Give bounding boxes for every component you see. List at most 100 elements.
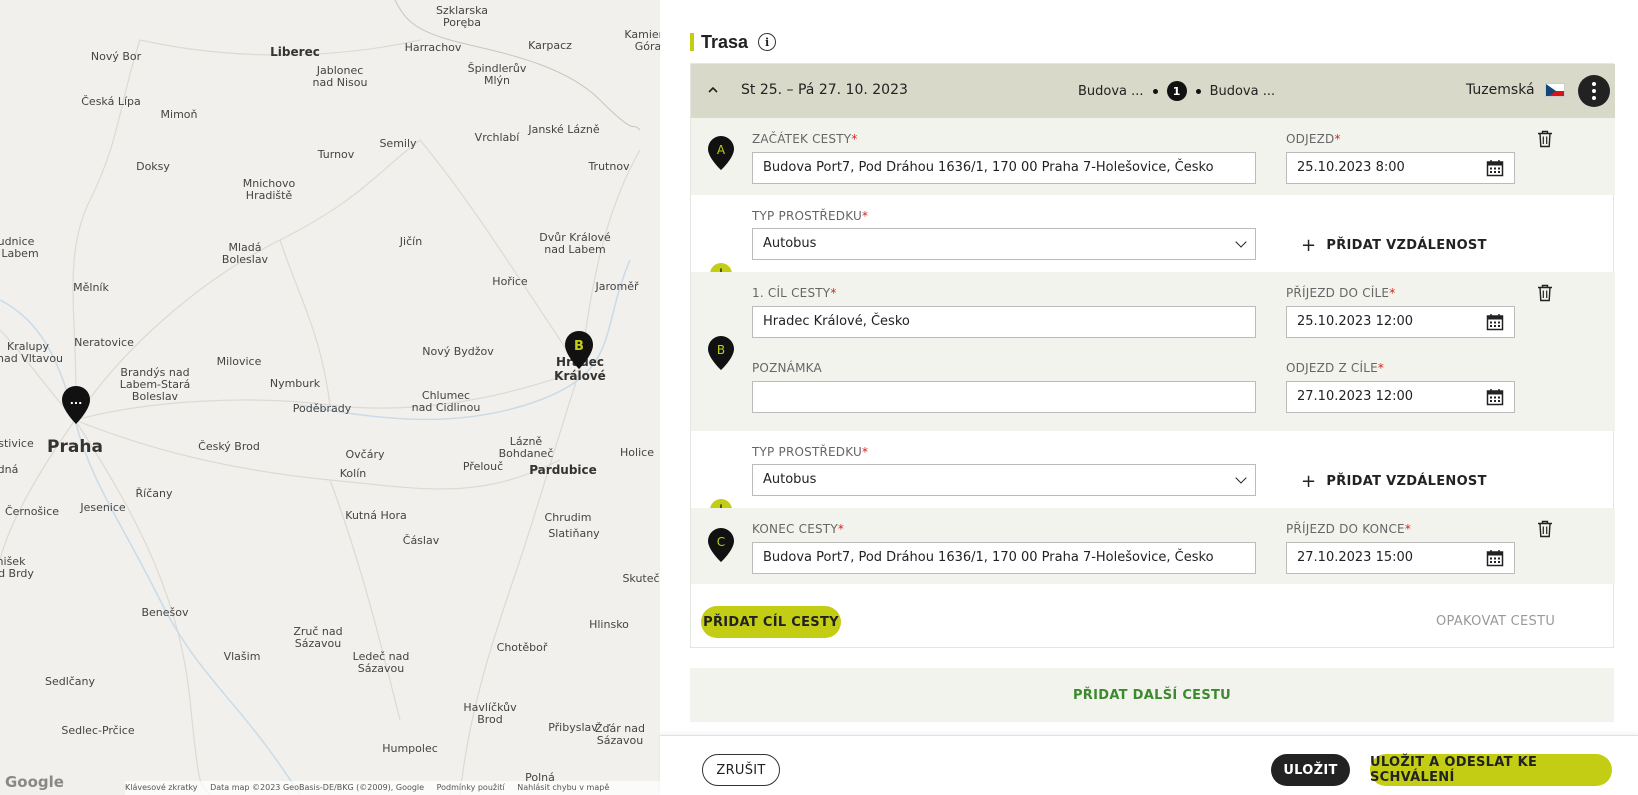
map-place: Králové <box>554 369 606 383</box>
end-address-input[interactable]: Budova Port7, Pod Dráhou 1636/1, 170 00 … <box>752 542 1256 574</box>
delete-end-trash-icon[interactable] <box>1537 520 1553 538</box>
trip-header[interactable]: St 25. – Pá 27. 10. 2023 Budova ... 1 Bu… <box>691 64 1615 118</box>
transport-type-select[interactable]: Autobus <box>752 228 1256 260</box>
map-place: Kutná Hora <box>345 509 407 522</box>
map-terms-link[interactable]: Podmínky použití <box>437 783 505 792</box>
chevron-down-icon <box>1235 472 1247 484</box>
map-place: Doksy <box>136 160 170 173</box>
more-dot <box>1592 96 1596 100</box>
trip-card: St 25. – Pá 27. 10. 2023 Budova ... 1 Bu… <box>690 63 1615 648</box>
chevron-up-icon[interactable] <box>705 82 721 98</box>
calendar-icon[interactable] <box>1486 159 1504 177</box>
svg-text:A: A <box>717 143 726 157</box>
marker-b-icon: B <box>708 336 734 370</box>
map-shortcuts-link[interactable]: Klávesové zkratky <box>125 783 198 792</box>
map-place: Sedlec-Prčice <box>61 724 135 737</box>
map-place: Skuteč <box>622 572 660 585</box>
map-place: dná <box>0 463 19 476</box>
add-destination-button[interactable]: PŘIDAT CÍL CESTY <box>701 606 841 638</box>
transport-type-label: TYP PROSTŘEDKU* <box>752 445 869 459</box>
map-place: Jaroměř <box>595 280 639 293</box>
map-place: Ovčáry <box>345 448 385 461</box>
map-place: Benešov <box>141 606 189 619</box>
map-place: Vlašim <box>223 650 261 663</box>
departure-from-destination-input[interactable]: 27.10.2023 12:00 <box>1286 381 1515 413</box>
map-place: Poděbrady <box>292 402 352 415</box>
map-place: Hradiště <box>245 189 293 202</box>
map-place: d Brdy <box>0 567 34 580</box>
start-label: ZAČÁTEK CESTY* <box>752 132 858 146</box>
transport-type-select[interactable]: Autobus <box>752 464 1256 496</box>
map-place: Čáslav <box>402 534 440 547</box>
end-row: C KONEC CESTY* Budova Port7, Pod Dráhou … <box>691 508 1615 584</box>
map-place: stivice <box>0 437 34 450</box>
stop-count-badge: 1 <box>1166 81 1187 101</box>
calendar-icon[interactable] <box>1486 388 1504 406</box>
map-place: Česká Lípa <box>81 95 141 108</box>
transport-row-1: TYP PROSTŘEDKU* Autobus + PŘIDAT VZDÁLENO… <box>691 195 1615 285</box>
route-dot <box>1195 88 1201 94</box>
title-row: Trasa i <box>690 30 777 54</box>
delete-start-trash-icon[interactable] <box>1537 130 1553 148</box>
more-menu-button[interactable] <box>1578 75 1610 107</box>
map-place: Mělník <box>73 281 109 294</box>
footer-bar: ZRUŠIT ULOŽIT ULOŽIT A ODESLAT KE SCHVÁL… <box>660 735 1638 795</box>
map-pin-start-label: ... <box>70 394 83 407</box>
departure-datetime-input[interactable]: 25.10.2023 8:00 <box>1286 152 1515 184</box>
trip-route-summary: Budova ... 1 Budova ... <box>1078 81 1275 101</box>
map-place: Boleslav <box>221 253 269 266</box>
repeat-trip-button[interactable]: OPAKOVAT CESTU <box>1436 614 1555 629</box>
add-distance-button[interactable]: + PŘIDAT VZDÁLENOST <box>1301 471 1487 492</box>
cancel-button[interactable]: ZRUŠIT <box>702 754 780 786</box>
plus-icon: + <box>1301 235 1317 256</box>
map-place: nad Nisou <box>312 76 368 89</box>
svg-text:B: B <box>717 343 725 357</box>
map-place: Český Brod <box>198 440 260 453</box>
map[interactable]: Szklarska Poręba Kamien Góra Nový Bor Li… <box>0 0 660 795</box>
save-and-send-button[interactable]: ULOŽIT A ODESLAT KE SCHVÁLENÍ <box>1370 754 1612 786</box>
add-distance-label: PŘIDAT VZDÁLENOST <box>1326 238 1487 253</box>
map-pin-start[interactable]: ... <box>61 385 91 425</box>
map-place: Labem <box>1 247 39 260</box>
info-icon[interactable]: i <box>758 33 777 51</box>
calendar-icon[interactable] <box>1486 313 1504 331</box>
plus-icon: + <box>1301 471 1317 492</box>
trip-from-short: Budova ... <box>1078 83 1144 99</box>
note-input[interactable] <box>752 381 1256 413</box>
save-button[interactable]: ULOŽIT <box>1271 754 1350 786</box>
map-place: Černošice <box>4 505 60 518</box>
transport-type-value: Autobus <box>763 472 817 487</box>
map-data-attribution: Data map ©2023 GeoBasis-DE/BKG (©2009), … <box>210 783 425 792</box>
map-place: Góra <box>634 40 660 53</box>
add-another-trip-button[interactable]: PŘIDAT DALŠÍ CESTU <box>690 668 1614 722</box>
map-place: Sedlčany <box>44 675 96 688</box>
svg-text:C: C <box>717 535 725 549</box>
end-label: KONEC CESTY* <box>752 522 845 536</box>
map-place: Boleslav <box>131 390 179 403</box>
departure-label: ODJEZD* <box>1286 132 1341 146</box>
arrival-datetime-value: 25.10.2023 12:00 <box>1297 314 1414 329</box>
page-title: Trasa <box>701 31 749 52</box>
map-place: Nový Bor <box>90 50 142 63</box>
more-dot <box>1592 89 1596 93</box>
transport-type-value: Autobus <box>763 236 817 251</box>
calendar-icon[interactable] <box>1486 549 1504 567</box>
map-place: Sázavou <box>294 637 342 650</box>
map-place: Holice <box>620 446 654 459</box>
start-address-input[interactable]: Budova Port7, Pod Dráhou 1636/1, 170 00 … <box>752 152 1256 184</box>
google-logo: Google <box>5 773 64 791</box>
map-place: Poręba <box>443 16 481 29</box>
app: Szklarska Poręba Kamien Góra Nový Bor Li… <box>0 0 1638 795</box>
map-place: Jičín <box>399 235 423 248</box>
delete-destination-trash-icon[interactable] <box>1537 284 1553 302</box>
trip-date-range: St 25. – Pá 27. 10. 2023 <box>741 82 908 98</box>
transport-type-label: TYP PROSTŘEDKU* <box>752 209 869 223</box>
map-report-link[interactable]: Nahlásit chybu v mapě <box>517 783 609 792</box>
add-distance-button[interactable]: + PŘIDAT VZDÁLENOST <box>1301 235 1487 256</box>
czech-flag-icon <box>1545 83 1565 97</box>
arrival-end-datetime-input[interactable]: 27.10.2023 15:00 <box>1286 542 1515 574</box>
arrival-datetime-input[interactable]: 25.10.2023 12:00 <box>1286 306 1515 338</box>
map-pin-b[interactable]: B <box>564 330 594 370</box>
map-place: Chrudim <box>544 511 592 524</box>
destination-address-input[interactable]: Hradec Králové, Česko <box>752 306 1256 338</box>
